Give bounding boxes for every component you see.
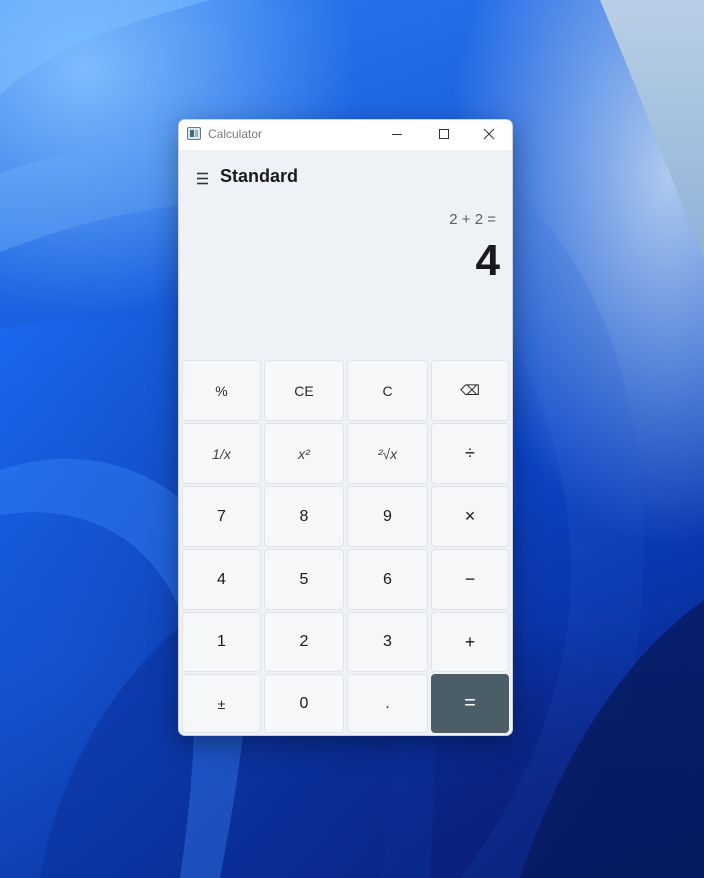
percent-button[interactable]: % [182, 360, 261, 421]
maximize-icon [439, 129, 449, 139]
decimal-button[interactable]: . [347, 674, 428, 733]
divide-button[interactable]: ÷ [431, 423, 509, 484]
title-bar[interactable]: Calculator [179, 120, 512, 150]
digit-2-button[interactable]: 2 [264, 612, 344, 672]
add-button[interactable]: + [431, 612, 509, 672]
digit-9-button[interactable]: 9 [347, 486, 428, 547]
mode-title: Standard [220, 166, 299, 186]
digit-3-button[interactable]: 3 [347, 612, 428, 672]
negate-button[interactable]: ± [182, 674, 261, 733]
expression-display: 2 + 2 = [449, 211, 496, 228]
result-display: 4 [475, 236, 500, 285]
calculator-app-icon [187, 127, 201, 140]
calculator-window: Calculator Standard 2 + 2 = 4 % CE C ⌫ 1/x [178, 119, 513, 736]
close-button[interactable] [467, 120, 511, 150]
clear-entry-button[interactable]: CE [264, 360, 344, 421]
minimize-icon [392, 134, 402, 135]
close-icon [483, 128, 495, 140]
digit-6-button[interactable]: 6 [347, 549, 428, 610]
minimize-button[interactable] [377, 120, 421, 150]
backspace-button[interactable]: ⌫ [431, 360, 509, 421]
multiply-button[interactable]: × [431, 486, 509, 547]
subtract-button[interactable]: − [431, 549, 509, 610]
digit-0-button[interactable]: 0 [264, 674, 344, 733]
window-title: Calculator [208, 127, 263, 141]
hamburger-menu-icon[interactable] [193, 169, 213, 187]
reciprocal-button[interactable]: 1/x [182, 423, 261, 484]
digit-5-button[interactable]: 5 [264, 549, 344, 610]
equals-button[interactable]: = [431, 674, 509, 733]
square-root-button[interactable]: ²√x [347, 423, 428, 484]
maximize-button[interactable] [422, 120, 466, 150]
keypad: % CE C ⌫ 1/x x² ²√x ÷ 7 8 9 × 4 5 6− 1 2 3 + ±0. = [182, 360, 509, 733]
mode-header: Standard [179, 160, 512, 194]
digit-8-button[interactable]: 8 [264, 486, 344, 547]
digit-7-button[interactable]: 7 [182, 486, 261, 547]
digit-1-button[interactable]: 1 [182, 612, 261, 672]
square-button[interactable]: x² [264, 423, 344, 484]
digit-4-button[interactable]: 4 [182, 549, 261, 610]
clear-button[interactable]: C [347, 360, 428, 421]
